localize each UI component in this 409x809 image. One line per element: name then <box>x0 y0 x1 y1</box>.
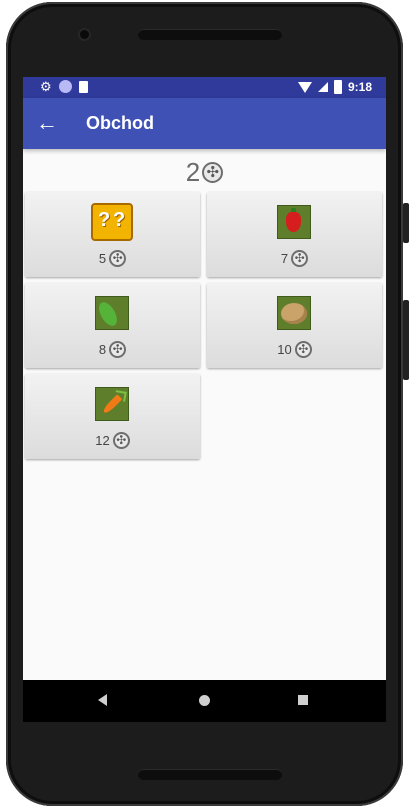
coin-icon <box>112 432 130 449</box>
power-button <box>403 300 409 380</box>
front-camera <box>80 30 89 39</box>
shop-item-peas[interactable]: 8 <box>25 283 200 368</box>
price-value: 10 <box>277 342 292 357</box>
screen: ⚙ 9:18 ← Obchod 2 ?? 5 <box>23 77 386 722</box>
nav-recents-icon[interactable] <box>298 695 308 705</box>
coin-icon <box>294 341 312 358</box>
battery-icon <box>333 80 342 94</box>
bottom-speaker <box>138 769 282 780</box>
item-price: 10 <box>207 341 382 358</box>
nav-back-icon[interactable] <box>98 694 107 706</box>
nav-home-icon[interactable] <box>199 695 210 706</box>
status-time: 9:18 <box>347 80 372 94</box>
item-price: 12 <box>25 432 200 449</box>
page-title: Obchod <box>86 113 154 133</box>
coin-icon <box>109 250 127 267</box>
mystery-box-icon: ?? <box>91 203 133 241</box>
status-bar: ⚙ 9:18 <box>23 77 386 98</box>
signal-icon <box>317 82 328 92</box>
coin-balance: 2 <box>23 157 386 188</box>
wifi-icon <box>297 81 312 93</box>
peas-icon <box>95 296 129 330</box>
potato-icon <box>277 296 311 330</box>
sd-card-icon <box>78 80 88 93</box>
shop-item-mystery-box[interactable]: ?? 5 <box>25 192 200 277</box>
system-nav-bar <box>23 680 386 722</box>
shop-item-potato[interactable]: 10 <box>207 283 382 368</box>
price-value: 5 <box>98 251 107 266</box>
shop-item-pepper[interactable]: 7 <box>207 192 382 277</box>
coin-icon <box>202 162 224 183</box>
shop-item-carrot[interactable]: 12 <box>25 374 200 459</box>
item-price: 8 <box>25 341 200 358</box>
pepper-icon <box>277 205 311 239</box>
price-value: 12 <box>95 433 110 448</box>
settings-icon: ⚙ <box>40 79 52 94</box>
balance-value: 2 <box>185 157 201 187</box>
app-bar: ← Obchod <box>23 98 386 149</box>
sync-icon <box>58 80 72 93</box>
back-arrow-icon[interactable]: ← <box>33 110 61 138</box>
item-price: 5 <box>25 250 200 267</box>
coin-icon <box>291 250 309 267</box>
carrot-icon <box>95 387 129 421</box>
coin-icon <box>109 341 127 358</box>
item-price: 7 <box>207 250 382 267</box>
price-value: 8 <box>98 342 107 357</box>
volume-button <box>403 203 409 243</box>
earpiece-speaker <box>138 29 282 40</box>
price-value: 7 <box>280 251 289 266</box>
